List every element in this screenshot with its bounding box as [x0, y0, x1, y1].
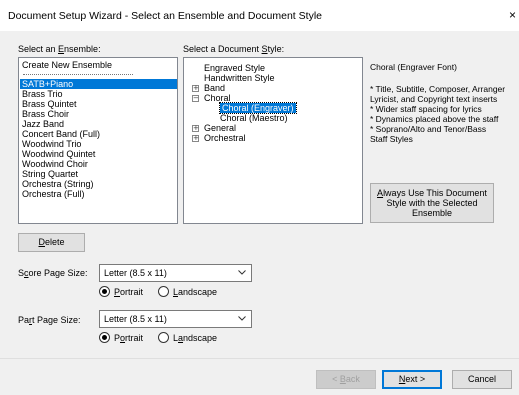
score-page-size-label: Score Page Size: — [18, 268, 88, 278]
ensemble-item[interactable]: Brass Trio — [22, 89, 63, 99]
tree-item[interactable]: Choral — [204, 93, 231, 103]
ensemble-item[interactable]: SATB+Piano — [20, 79, 177, 89]
ensemble-item[interactable]: Concert Band (Full) — [22, 129, 100, 139]
tree-item-label[interactable]: Band — [204, 83, 225, 93]
expand-icon[interactable]: + — [192, 125, 199, 132]
part-portrait-label[interactable]: Portrait — [114, 333, 143, 343]
style-description-line: * Soprano/Alto and Tenor/Bass — [370, 124, 487, 134]
ensemble-item[interactable]: Jazz Band — [22, 119, 64, 129]
style-description-line: * Title, Subtitle, Composer, Arranger — [370, 84, 506, 94]
ensemble-item[interactable]: Woodwind Quintet — [22, 149, 95, 159]
tree-item-label[interactable]: Choral (Engraver) — [219, 102, 297, 114]
style-description-line: Lyricist, and Copyright text inserts — [370, 94, 498, 104]
ensemble-item[interactable]: Orchestra (Full) — [22, 189, 85, 199]
ensemble-item[interactable]: Woodwind Trio — [22, 139, 81, 149]
radio-selected-dot — [102, 335, 107, 340]
part-landscape-label[interactable]: Landscape — [173, 333, 217, 343]
tree-item-label[interactable]: Handwritten Style — [204, 73, 275, 83]
score-landscape-radio[interactable] — [158, 286, 169, 297]
radio-selected-dot — [102, 289, 107, 294]
ensemble-item[interactable]: String Quartet — [22, 169, 78, 179]
tree-item-label[interactable]: Choral — [204, 93, 231, 103]
ensemble-item[interactable]: Brass Quintet — [22, 99, 77, 109]
tree-item[interactable]: Band — [204, 83, 225, 93]
close-icon[interactable]: × — [509, 8, 516, 22]
style-description-line: * Wider staff spacing for lyrics — [370, 104, 482, 114]
score-landscape-label[interactable]: Landscape — [173, 287, 217, 297]
tree-item[interactable]: Choral (Maestro) — [220, 113, 288, 123]
collapse-icon[interactable]: − — [192, 95, 199, 102]
style-description-title: Choral (Engraver Font) — [370, 62, 457, 72]
score-page-size-select[interactable]: Letter (8.5 x 11) — [99, 264, 252, 282]
score-portrait-radio[interactable] — [99, 286, 110, 297]
document-style-tree[interactable]: Engraved Style Handwritten Style Band + Chor… — [183, 57, 363, 224]
always-use-style-button[interactable]: Always Use This Document Style with the … — [370, 183, 494, 223]
ensemble-listbox[interactable]: Create New Ensemble SATB+Piano Brass Trio B… — [18, 57, 178, 224]
ensemble-item[interactable]: Brass Choir — [22, 109, 69, 119]
list-separator — [23, 74, 133, 75]
part-landscape-radio[interactable] — [158, 332, 169, 343]
part-page-size-value: Letter (8.5 x 11) — [104, 314, 167, 324]
chevron-down-icon — [238, 316, 246, 321]
ensemble-item[interactable]: Create New Ensemble — [22, 60, 112, 70]
back-button[interactable]: < Back — [316, 370, 376, 389]
tree-item[interactable]: General — [204, 123, 236, 133]
part-page-size-select[interactable]: Letter (8.5 x 11) — [99, 310, 252, 328]
ensemble-label: Select an Ensemble: — [18, 44, 101, 54]
tree-item-label[interactable]: General — [204, 123, 236, 133]
footer-divider — [0, 358, 519, 359]
tree-item[interactable]: Orchestral — [204, 133, 246, 143]
score-page-size-value: Letter (8.5 x 11) — [104, 268, 167, 278]
document-style-label: Select a Document Style: — [183, 44, 285, 54]
tree-item[interactable]: Engraved Style — [204, 63, 265, 73]
next-button[interactable]: Next > — [382, 370, 442, 389]
expand-icon[interactable]: + — [192, 135, 199, 142]
style-description-line: * Dynamics placed above the staff — [370, 114, 499, 124]
score-portrait-label[interactable]: Portrait — [114, 287, 143, 297]
part-page-size-label: Part Page Size: — [18, 315, 81, 325]
chevron-down-icon — [238, 270, 246, 275]
window-title: Document Setup Wizard - Select an Ensemb… — [8, 10, 322, 22]
cancel-button[interactable]: Cancel — [452, 370, 512, 389]
expand-icon[interactable]: + — [192, 85, 199, 92]
title-bar: Document Setup Wizard - Select an Ensemb… — [0, 0, 519, 31]
tree-item-label[interactable]: Choral (Maestro) — [220, 113, 288, 123]
style-description-line: Staff Styles — [370, 134, 413, 144]
tree-item-label[interactable]: Orchestral — [204, 133, 246, 143]
delete-button[interactable]: Delete — [18, 233, 85, 252]
tree-item[interactable]: Handwritten Style — [204, 73, 275, 83]
tree-item-label[interactable]: Engraved Style — [204, 63, 265, 73]
ensemble-item[interactable]: Woodwind Choir — [22, 159, 88, 169]
part-portrait-radio[interactable] — [99, 332, 110, 343]
ensemble-item[interactable]: Orchestra (String) — [22, 179, 94, 189]
tree-item[interactable]: Choral (Engraver) — [219, 102, 297, 114]
